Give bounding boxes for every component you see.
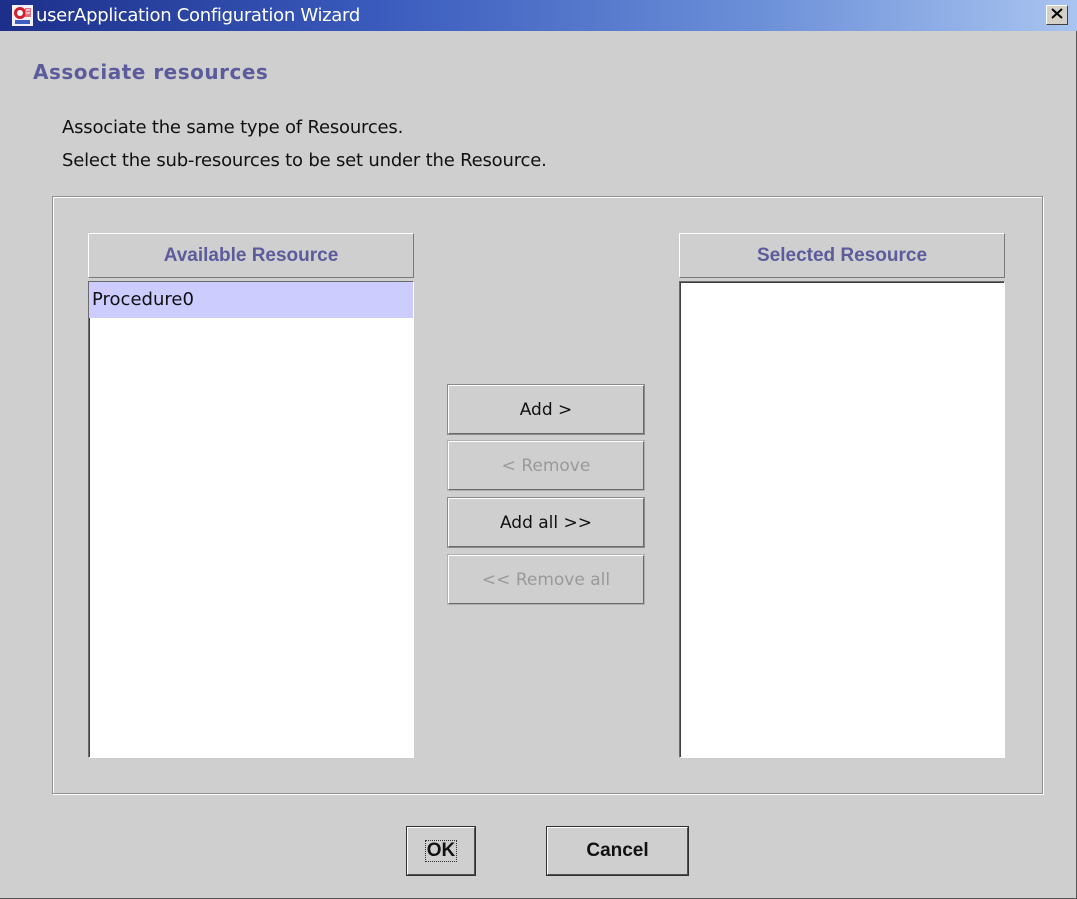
close-button[interactable] [1046,5,1068,25]
remove-all-button[interactable]: << Remove all [447,554,645,605]
ok-button[interactable]: OK [406,826,476,876]
page-title: Associate resources [33,60,269,84]
selected-resource-list[interactable] [679,281,1005,758]
cancel-button[interactable]: Cancel [546,826,689,876]
title-bar[interactable]: userApplication Configuration Wizard [0,0,1077,31]
close-x-icon [1051,6,1063,24]
remove-button[interactable]: < Remove [447,440,645,491]
available-resource-header: Available Resource [88,233,414,278]
list-item[interactable]: Procedure0 [89,282,413,318]
add-button[interactable]: Add > [447,384,645,435]
description-line-2: Select the sub-resources to be set under… [62,150,547,171]
available-resource-list[interactable]: Procedure0 [88,281,414,758]
add-all-button[interactable]: Add all >> [447,497,645,548]
wizard-window: userApplication Configuration Wizard Ass… [0,0,1077,899]
wizard-app-icon [12,5,33,26]
description-line-1: Associate the same type of Resources. [62,117,404,138]
ok-button-label: OK [424,840,458,862]
window-title: userApplication Configuration Wizard [36,5,360,26]
selected-resource-header: Selected Resource [679,233,1005,278]
